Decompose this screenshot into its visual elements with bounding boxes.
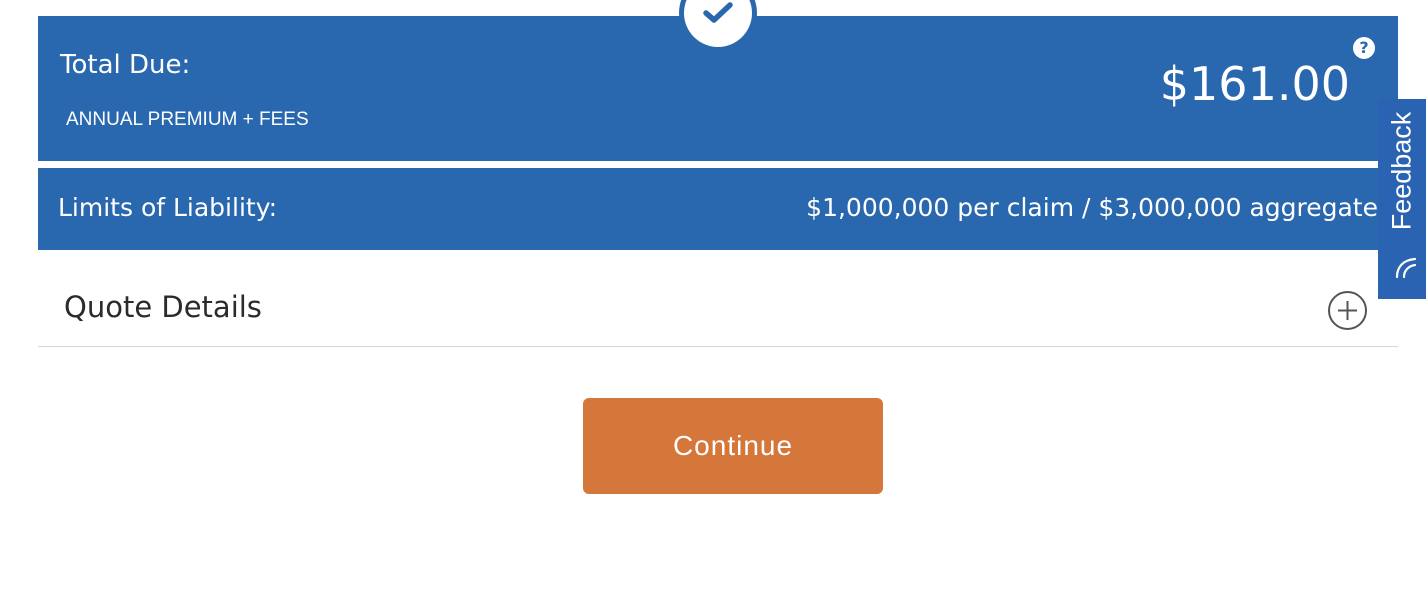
- total-due-amount: $161.00: [1159, 57, 1350, 111]
- limits-of-liability-label: Limits of Liability:: [58, 193, 278, 222]
- help-icon[interactable]: ?: [1353, 37, 1375, 59]
- quote-details-toggle[interactable]: Quote Details: [38, 258, 1398, 347]
- feedback-tab[interactable]: Feedback: [1378, 99, 1426, 299]
- feedback-icon: [1395, 257, 1417, 279]
- check-badge: [679, 0, 757, 52]
- limits-of-liability-value: $1,000,000 per claim / $3,000,000 aggreg…: [806, 193, 1378, 222]
- checkmark-icon: [703, 2, 733, 23]
- total-due-label: Total Due:: [60, 50, 191, 80]
- feedback-label: Feedback: [1386, 111, 1417, 231]
- annual-premium-fees-label: ANNUAL PREMIUM + FEES: [66, 109, 309, 130]
- quote-details-title: Quote Details: [64, 290, 262, 324]
- continue-button[interactable]: Continue: [583, 398, 883, 494]
- quote-summary-page: Total Due: ANNUAL PREMIUM + FEES $161.00…: [0, 0, 1426, 590]
- limits-of-liability-panel: Limits of Liability: $1,000,000 per clai…: [38, 168, 1398, 250]
- plus-circle-icon[interactable]: [1327, 290, 1368, 331]
